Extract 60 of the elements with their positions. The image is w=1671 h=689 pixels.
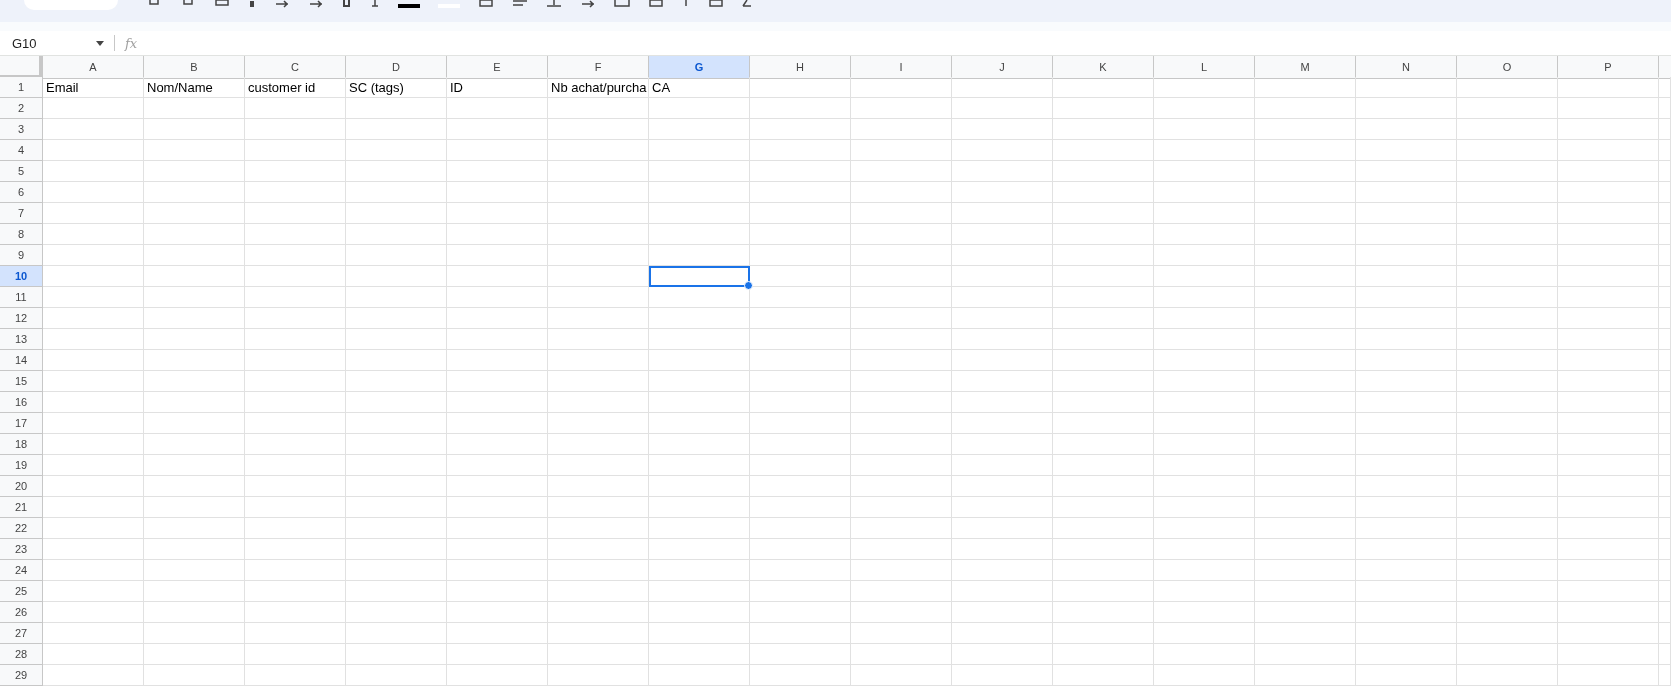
row-header[interactable]: 25 [0, 581, 43, 602]
table-cell[interactable]: ID [447, 77, 548, 98]
formula-icon: fx [125, 35, 138, 51]
dropdown-caret-icon [96, 40, 104, 46]
row-header[interactable]: 13 [0, 329, 43, 350]
row-header[interactable]: 24 [0, 560, 43, 581]
row-header[interactable]: 12 [0, 308, 43, 329]
row-header[interactable]: 10 [0, 266, 43, 287]
select-all-corner[interactable] [0, 56, 43, 79]
table-cell[interactable]: Nb achat/purcha [548, 77, 649, 98]
row-header[interactable]: 7 [0, 203, 43, 224]
row-header[interactable]: 14 [0, 350, 43, 371]
row-header[interactable]: 16 [0, 392, 43, 413]
row-header[interactable]: 19 [0, 455, 43, 476]
name-box[interactable]: G10 [0, 35, 115, 51]
table-cell[interactable]: customer id [245, 77, 346, 98]
active-cell[interactable] [649, 266, 750, 287]
column-header[interactable]: C [245, 56, 346, 79]
column-header[interactable]: K [1053, 56, 1154, 79]
column-header[interactable] [1659, 56, 1671, 79]
row-header[interactable]: 1 [0, 77, 43, 98]
table-cell[interactable]: SC (tags) [346, 77, 447, 98]
row-header[interactable]: 28 [0, 644, 43, 665]
align-left-icon[interactable] [512, 0, 528, 8]
column-header[interactable]: A [43, 56, 144, 79]
row-header[interactable]: 15 [0, 371, 43, 392]
fill-handle[interactable] [744, 281, 753, 290]
row-header[interactable]: 9 [0, 245, 43, 266]
column-header[interactable]: E [447, 56, 548, 79]
row-header[interactable]: 3 [0, 119, 43, 140]
row-header[interactable]: 4 [0, 140, 43, 161]
row-header[interactable]: 22 [0, 518, 43, 539]
column-header[interactable]: I [851, 56, 952, 79]
row-header[interactable]: 27 [0, 623, 43, 644]
table-cell[interactable]: CA [649, 77, 750, 98]
row-header[interactable]: 29 [0, 665, 43, 686]
column-header[interactable]: B [144, 56, 245, 79]
column-header[interactable]: G [649, 56, 750, 79]
column-header[interactable]: L [1154, 56, 1255, 79]
row-header[interactable]: 8 [0, 224, 43, 245]
row-header[interactable]: 21 [0, 497, 43, 518]
column-header[interactable]: P [1558, 56, 1659, 79]
column-header[interactable]: J [952, 56, 1053, 79]
row-header[interactable]: 17 [0, 413, 43, 434]
row-header[interactable]: 11 [0, 287, 43, 308]
row-header[interactable]: 23 [0, 539, 43, 560]
column-header[interactable]: O [1457, 56, 1558, 79]
row-header[interactable]: 20 [0, 476, 43, 497]
row-header[interactable]: 18 [0, 434, 43, 455]
row-header[interactable]: 2 [0, 98, 43, 119]
row-header[interactable]: 5 [0, 161, 43, 182]
column-header[interactable]: D [346, 56, 447, 79]
column-header[interactable]: N [1356, 56, 1457, 79]
row-header[interactable]: 6 [0, 182, 43, 203]
table-cell[interactable]: Nom/Name [144, 77, 245, 98]
column-header[interactable]: F [548, 56, 649, 79]
column-header[interactable]: H [750, 56, 851, 79]
table-cell[interactable]: Email [43, 77, 144, 98]
row-header[interactable]: 26 [0, 602, 43, 623]
column-header[interactable]: M [1255, 56, 1356, 79]
